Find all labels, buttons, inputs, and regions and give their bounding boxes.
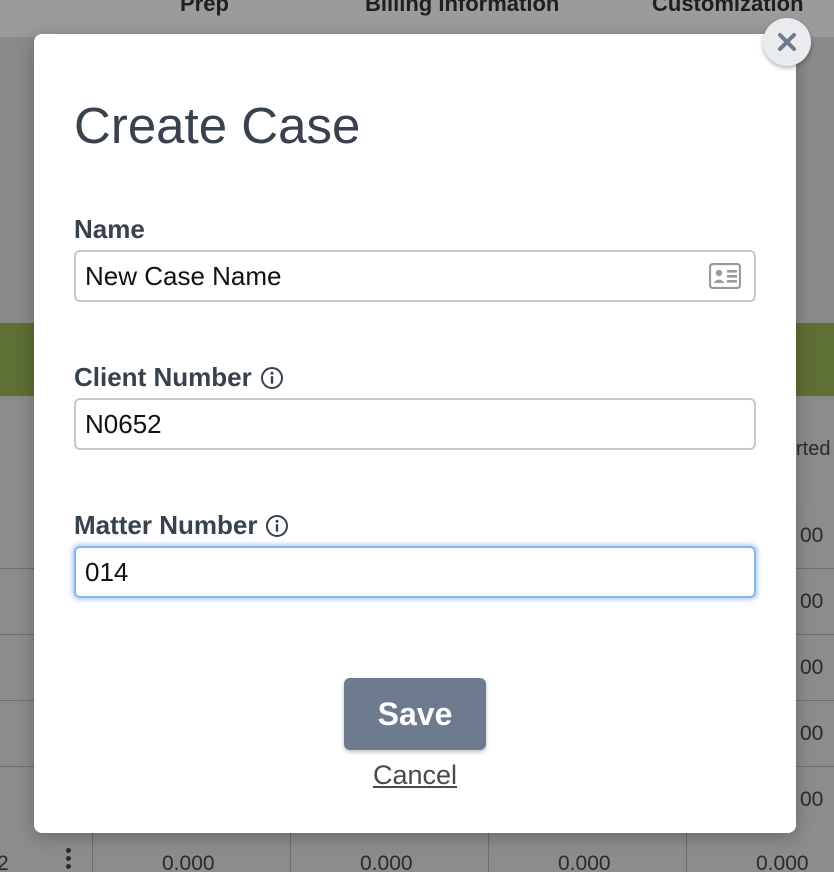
table-cell: 00 [800, 788, 824, 811]
save-button[interactable]: Save [344, 678, 486, 750]
name-input[interactable] [74, 250, 756, 302]
table-cell: 00 [800, 722, 824, 745]
column-divider [92, 832, 93, 872]
table-cell: 00 [800, 524, 824, 547]
background-header-billing: Billing Information [365, 0, 560, 16]
cancel-link[interactable]: Cancel [34, 760, 796, 791]
table-cell: 0.000 [360, 852, 413, 872]
client-number-info-icon[interactable] [260, 366, 284, 390]
table-cell: 0.000 [558, 852, 611, 872]
matter-number-label-text: Matter Number [74, 510, 258, 540]
column-divider [290, 832, 291, 872]
client-number-input[interactable] [74, 398, 756, 450]
table-cell: 0.000 [756, 852, 809, 872]
client-number-label: Client Number [74, 362, 284, 393]
background-column-label: rted [796, 438, 831, 460]
close-button[interactable] [763, 18, 811, 66]
column-divider [686, 832, 687, 872]
matter-number-input[interactable] [74, 546, 756, 598]
background-last-row: 2 0.000 0.000 0.000 0.000 [0, 832, 834, 872]
table-cell: 00 [800, 590, 824, 613]
column-divider [488, 832, 489, 872]
page: Prep Billing Information Customization r… [0, 0, 834, 872]
client-number-label-text: Client Number [74, 362, 252, 392]
table-cell: 00 [800, 656, 824, 679]
name-label-text: Name [74, 214, 145, 244]
matter-number-label: Matter Number [74, 510, 289, 541]
cancel-link-text[interactable]: Cancel [373, 760, 457, 790]
contact-card-icon[interactable] [709, 263, 741, 289]
background-header: Prep Billing Information Customization [0, 0, 834, 37]
close-icon [778, 33, 796, 51]
background-header-customization: Customization [652, 0, 804, 16]
background-header-prep: Prep [180, 0, 229, 16]
table-cell: 0.000 [162, 852, 215, 872]
table-cell: 2 [0, 852, 9, 872]
create-case-modal: Create Case Name Client Number Matter Nu… [34, 34, 796, 833]
modal-title: Create Case [74, 97, 361, 154]
row-menu-icon [66, 848, 72, 872]
name-label: Name [74, 214, 145, 245]
matter-number-info-icon[interactable] [265, 514, 289, 538]
